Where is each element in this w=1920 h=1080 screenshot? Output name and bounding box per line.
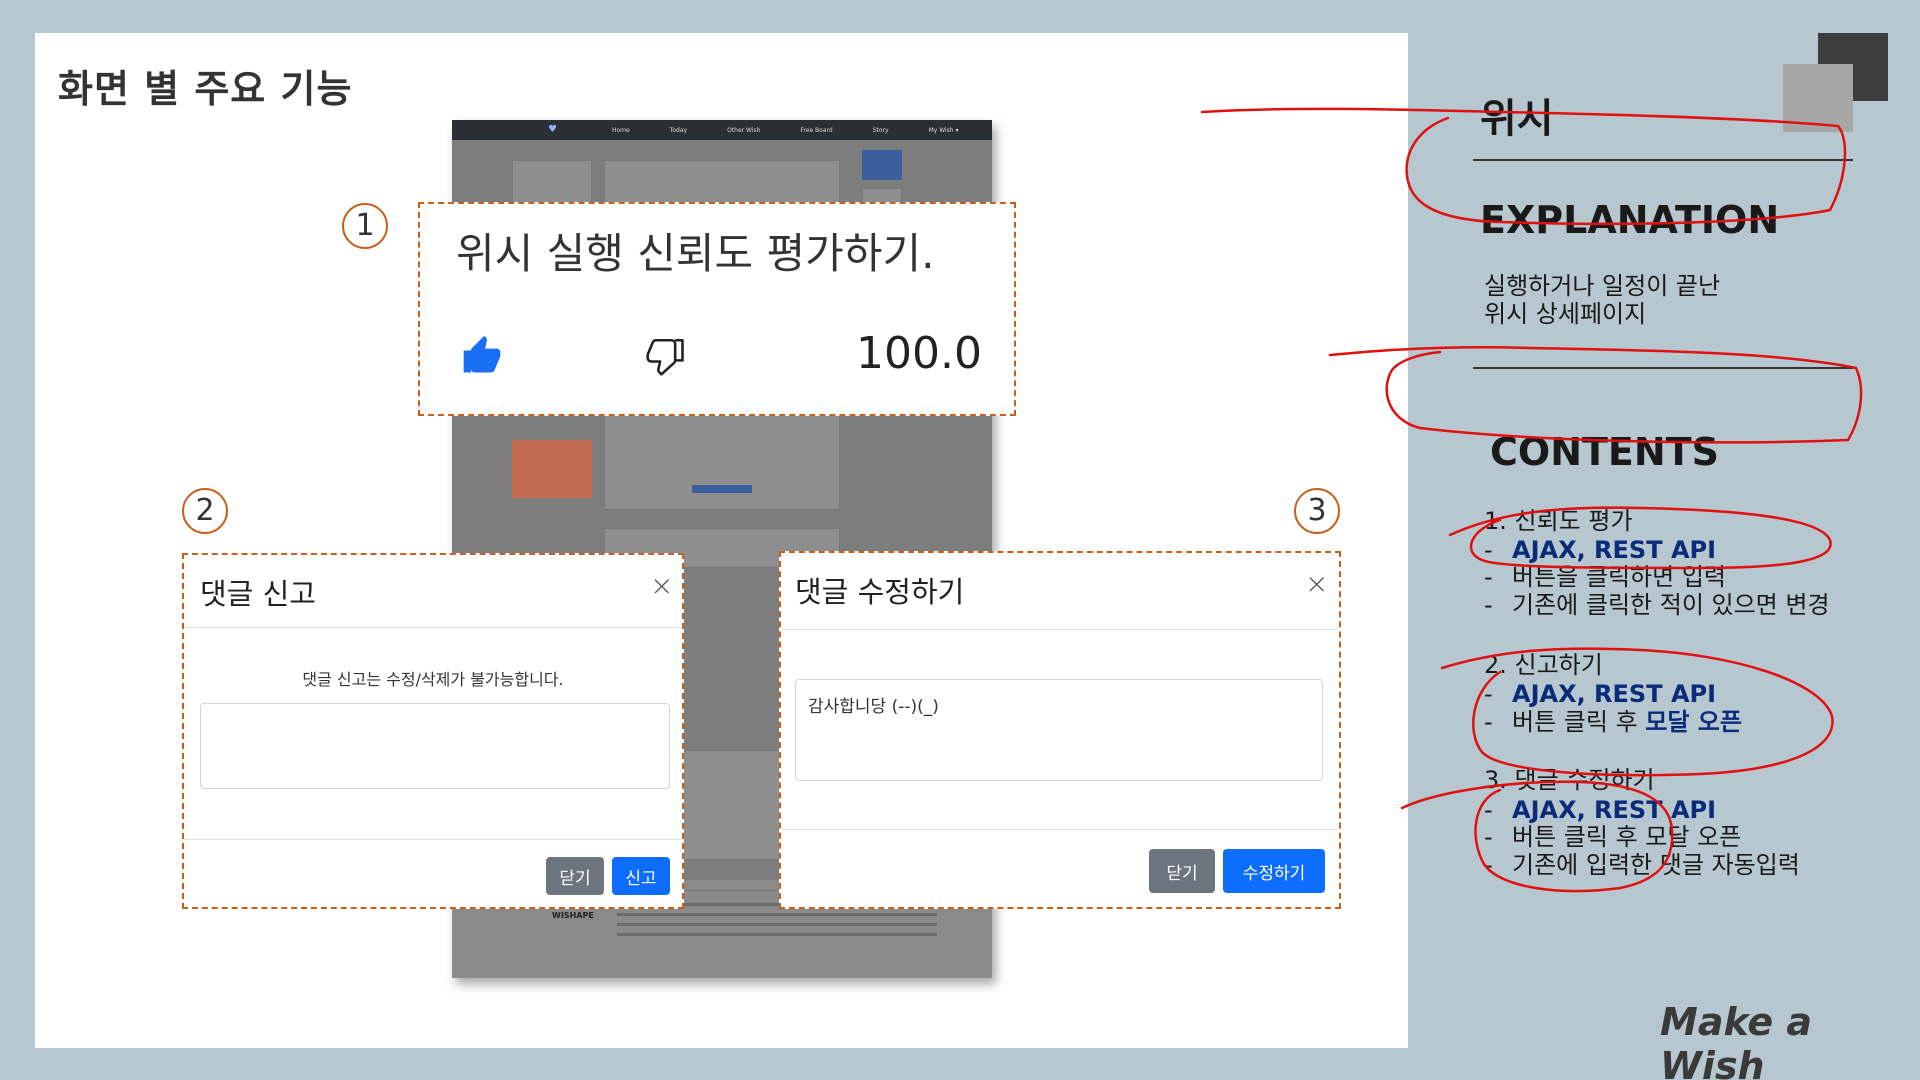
contents-item: - 버튼 클릭 후 모달 오픈 — [1484, 708, 1742, 736]
contents-item: - 기존에 클릭한 적이 있으면 변경 — [1484, 591, 1830, 619]
section-divider — [1473, 159, 1853, 161]
explanation-line: 실행하거나 일정이 끝난 — [1484, 272, 1721, 300]
item-text: AJAX, REST API — [1512, 796, 1717, 824]
contents-item: - AJAX, REST API — [1484, 796, 1716, 824]
report-warning-text: 댓글 신고는 수정/삭제가 불가능합니다. — [302, 670, 564, 689]
callout-number-2: 2 — [182, 488, 228, 534]
item-text: 버튼을 클릭하면 입력 — [1512, 563, 1726, 591]
app-calendar-card — [604, 410, 840, 510]
close-icon[interactable]: × — [650, 569, 673, 602]
app-navbar: Home Today Other Wish Free Board Story M… — [452, 120, 992, 140]
app-footer-brand: WISHAPE — [552, 911, 594, 920]
item-text: 버튼 클릭 후 모달 오픈 — [1512, 823, 1742, 851]
modal-header-divider — [781, 629, 1339, 630]
explanation-heading: EXPLANATION — [1480, 198, 1780, 242]
modal-footer-divider — [184, 839, 682, 840]
contents-item: - AJAX, REST API — [1484, 680, 1716, 708]
modal-title: 댓글 수정하기 — [795, 575, 965, 609]
item-text: AJAX, REST API — [1512, 680, 1717, 708]
item-dash: - — [1484, 823, 1493, 851]
report-reason-textarea[interactable] — [200, 703, 670, 789]
contents-section-title: 2. 신고하기 — [1484, 651, 1603, 679]
edit-comment-modal: 댓글 수정하기 × 감사합니당 (--)(_) 닫기 수정하기 — [779, 551, 1341, 909]
modal-title: 댓글 신고 — [200, 577, 316, 611]
report-comment-modal: 댓글 신고 × 댓글 신고는 수정/삭제가 불가능합니다. 닫기 신고 — [182, 553, 684, 909]
contents-section-title: 3. 댓글 수정하기 — [1484, 766, 1655, 794]
app-footer-text — [617, 903, 937, 943]
callout-number-1: 1 — [342, 203, 388, 249]
edit-comment-textarea[interactable]: 감사합니당 (--)(_) — [795, 679, 1323, 781]
contents-section-title: 1. 신뢰도 평가 — [1484, 507, 1633, 535]
item-text: AJAX, REST API — [1512, 536, 1717, 564]
item-dash: - — [1484, 796, 1493, 824]
item-dash: - — [1484, 708, 1493, 736]
brand-footer: Make a Wish — [1660, 1000, 1813, 1080]
annotation-stroke — [1328, 346, 1863, 444]
report-submit-button[interactable]: 신고 — [612, 857, 670, 895]
contents-item: - 버튼 클릭 후 모달 오픈 — [1484, 823, 1741, 851]
app-side-badge — [862, 150, 902, 180]
app-nav-item: Today — [669, 126, 688, 134]
modal-header-divider — [184, 627, 682, 628]
item-keyword: 모달 오픈 — [1645, 708, 1742, 736]
app-nav-item: Other Wish — [727, 126, 761, 134]
rating-title: 위시 실행 신뢰도 평가하기. — [456, 229, 935, 278]
thumbs-down-icon[interactable] — [644, 334, 688, 378]
close-icon[interactable]: × — [1305, 567, 1328, 600]
item-dash: - — [1484, 563, 1493, 591]
callout-number-3: 3 — [1294, 488, 1340, 534]
contents-item: - 버튼을 클릭하면 입력 — [1484, 563, 1726, 591]
app-nav-item: My Wish ▾ — [928, 126, 959, 134]
item-dash: - — [1484, 536, 1493, 564]
thumbs-up-icon[interactable] — [460, 334, 504, 378]
edit-submit-button[interactable]: 수정하기 — [1223, 849, 1325, 893]
contents-item: - 기존에 입력한 댓글 자동입력 — [1484, 851, 1800, 879]
explanation-line: 위시 상세페이지 — [1484, 300, 1647, 328]
item-text: 버튼 클릭 후 — [1512, 708, 1646, 736]
app-nav-item: Home — [612, 126, 630, 134]
app-nav-item: Story — [872, 126, 889, 134]
close-button[interactable]: 닫기 — [546, 857, 604, 895]
item-dash: - — [1484, 851, 1493, 879]
contents-heading: CONTENTS — [1490, 430, 1719, 474]
decorative-square-light — [1783, 64, 1853, 132]
page-name-heading: 위시 — [1480, 96, 1554, 142]
app-calendar-button — [692, 485, 752, 493]
app-logo-icon: ♥ — [548, 124, 557, 135]
modal-footer-divider — [781, 829, 1339, 830]
item-text: 기존에 클릭한 적이 있으면 변경 — [1512, 591, 1830, 619]
app-nav-item: Free Board — [800, 126, 833, 134]
close-button[interactable]: 닫기 — [1149, 849, 1215, 893]
app-wish-image — [512, 440, 592, 498]
item-dash: - — [1484, 680, 1493, 708]
contents-item: - AJAX, REST API — [1484, 536, 1716, 564]
item-dash: - — [1484, 591, 1493, 619]
slide-title: 화면 별 주요 기능 — [58, 67, 353, 111]
item-text: 기존에 입력한 댓글 자동입력 — [1512, 851, 1800, 879]
rating-score: 100.0 — [856, 328, 982, 379]
rating-callout: 위시 실행 신뢰도 평가하기. 100.0 — [418, 202, 1016, 416]
section-divider — [1473, 367, 1853, 369]
